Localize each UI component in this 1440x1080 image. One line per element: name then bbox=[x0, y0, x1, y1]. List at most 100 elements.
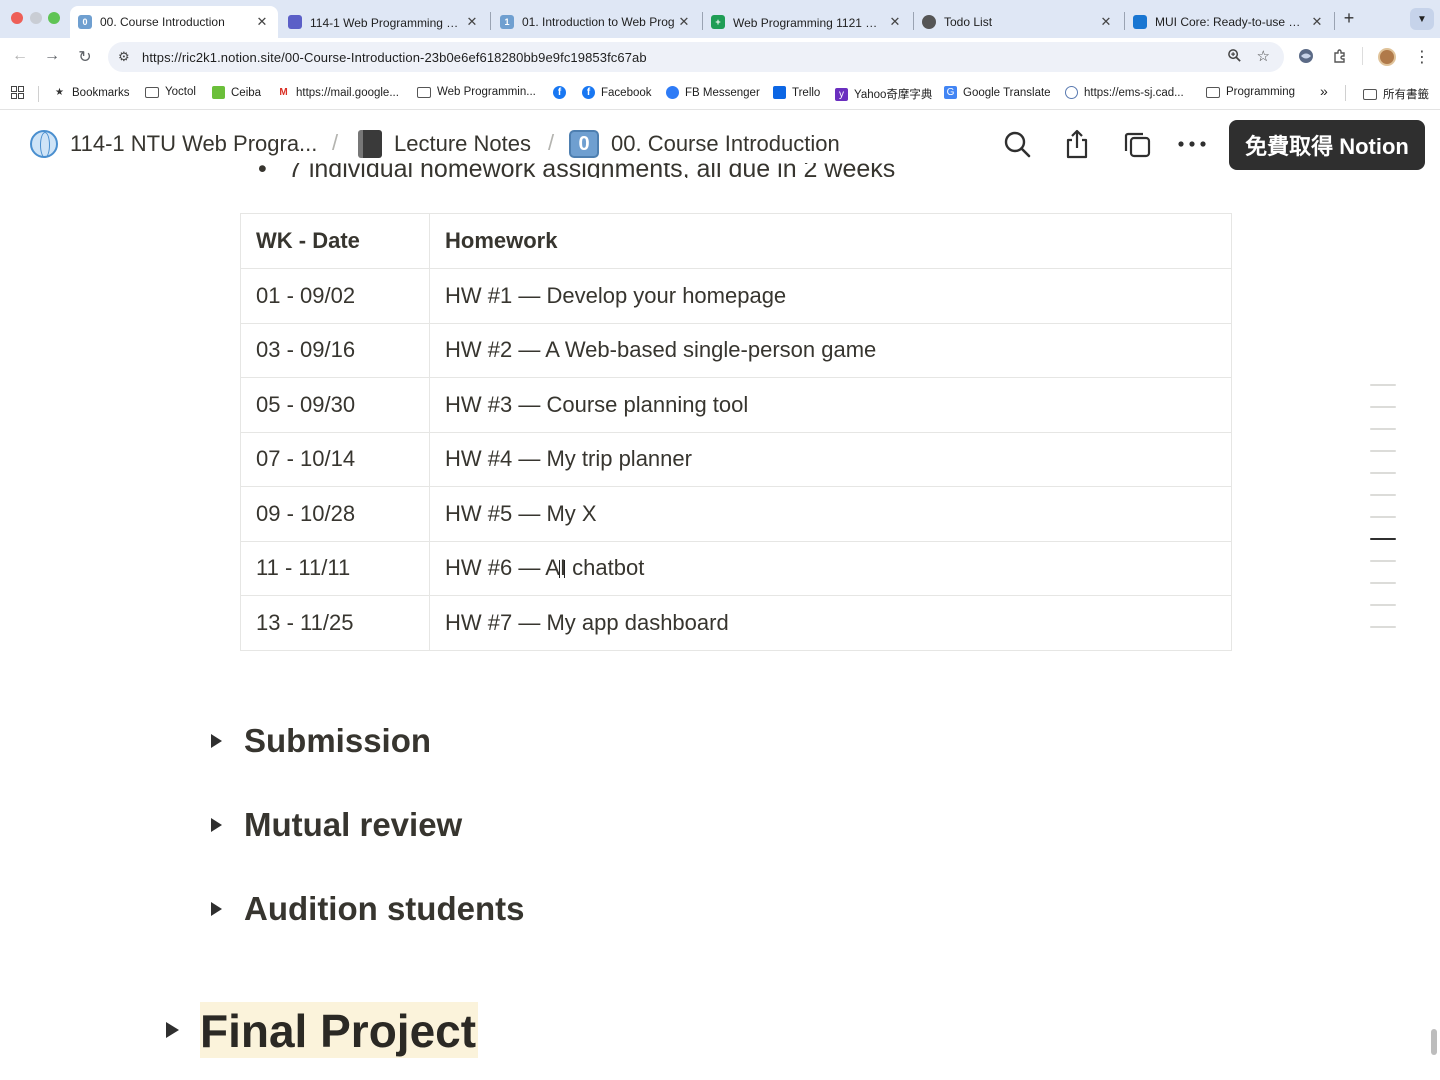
close-window-button[interactable] bbox=[11, 12, 23, 24]
table-cell-homework[interactable]: HW #4 — My trip planner bbox=[429, 431, 1232, 487]
tab-divider bbox=[1334, 12, 1335, 30]
toc-line[interactable] bbox=[1370, 604, 1396, 606]
toc-line[interactable] bbox=[1370, 428, 1396, 430]
toc-line[interactable] bbox=[1370, 516, 1396, 518]
close-tab-icon[interactable]: ✕ bbox=[464, 14, 480, 30]
reload-icon[interactable]: ↻ bbox=[75, 47, 95, 67]
table-cell-date[interactable]: 07 - 10/14 bbox=[240, 431, 430, 487]
duplicate-icon[interactable] bbox=[1121, 128, 1153, 160]
bookmark-item[interactable]: G Google Translate bbox=[944, 86, 1051, 99]
toc-line[interactable] bbox=[1370, 384, 1396, 386]
browser-menu-icon[interactable]: ⋮ bbox=[1414, 47, 1430, 67]
toggle-triangle-icon[interactable] bbox=[166, 1022, 179, 1038]
translate-icon: G bbox=[944, 86, 957, 99]
table-cell-date[interactable]: 05 - 09/30 bbox=[240, 377, 430, 433]
toc-line[interactable] bbox=[1370, 494, 1396, 496]
bookmark-folder[interactable]: Yoctol bbox=[145, 86, 196, 98]
browser-tab-active[interactable]: 0 00. Course Introduction ✕ bbox=[70, 6, 278, 38]
new-tab-plus-icon[interactable]: + bbox=[1340, 8, 1358, 29]
toggle-triangle-icon[interactable] bbox=[211, 902, 222, 916]
forward-arrow-icon[interactable]: → bbox=[42, 47, 62, 65]
toggle-final-project[interactable]: Final Project bbox=[166, 1002, 479, 1058]
url-text[interactable]: https://ric2k1.notion.site/00-Course-Int… bbox=[142, 50, 647, 65]
toc-line[interactable] bbox=[1370, 472, 1396, 474]
table-of-contents-minimap[interactable] bbox=[1370, 384, 1396, 648]
scrollbar-thumb[interactable] bbox=[1431, 1029, 1437, 1055]
toggle-mutual-review[interactable]: Mutual review bbox=[211, 804, 462, 846]
apps-grid-icon[interactable] bbox=[11, 86, 24, 99]
profile-avatar[interactable] bbox=[1378, 48, 1396, 66]
toggle-audition-students[interactable]: Audition students bbox=[211, 888, 524, 930]
extension-globe-icon[interactable] bbox=[1298, 48, 1314, 68]
table-cell-date[interactable]: 09 - 10/28 bbox=[240, 486, 430, 542]
table-cell-homework[interactable]: HW #1 — Develop your homepage bbox=[429, 268, 1232, 324]
bookmark-item[interactable]: FB Messenger bbox=[666, 86, 760, 99]
browser-toolbar: ← → ↻ ⚙ https://ric2k1.notion.site/00-Co… bbox=[0, 38, 1440, 76]
table-cell-homework[interactable]: HW #5 — My X bbox=[429, 486, 1232, 542]
facebook-icon: f bbox=[553, 86, 566, 99]
search-icon[interactable] bbox=[1001, 128, 1033, 160]
all-bookmarks-folder[interactable]: 所有書籤 bbox=[1363, 86, 1429, 102]
back-arrow-icon[interactable]: ← bbox=[10, 47, 30, 65]
fullscreen-window-button[interactable] bbox=[48, 12, 60, 24]
address-bar[interactable]: ⚙ https://ric2k1.notion.site/00-Course-I… bbox=[108, 42, 1284, 72]
toc-line[interactable] bbox=[1370, 626, 1396, 628]
extensions-puzzle-icon[interactable] bbox=[1332, 48, 1348, 68]
close-tab-icon[interactable]: ✕ bbox=[887, 14, 903, 30]
toc-line[interactable] bbox=[1370, 560, 1396, 562]
close-tab-icon[interactable]: ✕ bbox=[254, 14, 270, 30]
breadcrumb-lecture-notes[interactable]: Lecture Notes bbox=[358, 130, 531, 158]
site-info-icon[interactable]: ⚙ bbox=[118, 49, 130, 65]
breadcrumb-workspace[interactable]: 114-1 NTU Web Progra... bbox=[30, 130, 317, 158]
table-cell-homework[interactable]: HW #2 — A Web-based single-person game bbox=[429, 322, 1232, 378]
bookmark-star-icon[interactable]: ☆ bbox=[1257, 47, 1270, 65]
bookmark-label: https://mail.google... bbox=[296, 86, 399, 99]
bookmarks-overflow-chevron-icon[interactable]: » bbox=[1320, 83, 1328, 99]
bookmark-label: Yoctol bbox=[165, 86, 196, 98]
toggle-triangle-icon[interactable] bbox=[211, 818, 222, 832]
toc-line-active[interactable] bbox=[1370, 538, 1396, 540]
browser-tab[interactable]: 114-1 Web Programming 帳號 ✕ bbox=[280, 6, 488, 38]
tab-search-chevron-icon[interactable]: ▼ bbox=[1410, 8, 1434, 30]
column-header-homework[interactable]: Homework bbox=[429, 213, 1232, 269]
bookmark-item[interactable]: https://ems-sj.cad... bbox=[1065, 86, 1184, 99]
table-cell-homework[interactable]: HW #6 — AI chatbot bbox=[429, 540, 1232, 596]
toc-line[interactable] bbox=[1370, 450, 1396, 452]
browser-tab[interactable]: MUI Core: Ready-to-use Rea ✕ bbox=[1125, 6, 1333, 38]
share-icon[interactable] bbox=[1061, 128, 1093, 160]
close-tab-icon[interactable]: ✕ bbox=[1098, 14, 1114, 30]
table-cell-date[interactable]: 01 - 09/02 bbox=[240, 268, 430, 324]
bookmark-item[interactable]: f bbox=[553, 86, 572, 99]
bookmark-folder[interactable]: Web Programmin... bbox=[417, 86, 536, 98]
bookmark-folder[interactable]: Programming bbox=[1206, 86, 1295, 98]
toc-line[interactable] bbox=[1370, 406, 1396, 408]
toggle-triangle-icon[interactable] bbox=[211, 734, 222, 748]
bookmark-item[interactable]: Ceiba bbox=[212, 86, 261, 99]
toggle-submission[interactable]: Submission bbox=[211, 720, 431, 762]
bookmark-item[interactable]: y Yahoo奇摩字典 bbox=[835, 86, 932, 102]
bookmark-label: Programming bbox=[1226, 86, 1296, 98]
breadcrumb-current-page[interactable]: 0 00. Course Introduction bbox=[569, 130, 840, 158]
get-notion-button[interactable]: 免費取得 Notion bbox=[1229, 120, 1425, 170]
zoom-icon[interactable] bbox=[1227, 48, 1242, 66]
toc-line[interactable] bbox=[1370, 582, 1396, 584]
close-tab-icon[interactable]: ✕ bbox=[676, 14, 692, 30]
browser-tab[interactable]: Todo List ✕ bbox=[914, 6, 1122, 38]
table-cell-date[interactable]: 13 - 11/25 bbox=[240, 595, 430, 651]
bookmark-item[interactable]: Trello bbox=[773, 86, 820, 99]
close-tab-icon[interactable]: ✕ bbox=[1309, 14, 1325, 30]
table-cell-homework[interactable]: HW #7 — My app dashboard bbox=[429, 595, 1232, 651]
browser-tab[interactable]: 1 01. Introduction to Web Prog ✕ bbox=[492, 6, 700, 38]
minimize-window-button[interactable] bbox=[30, 12, 42, 24]
bookmark-item[interactable]: Mhttps://mail.google... bbox=[277, 86, 399, 99]
table-cell-date[interactable]: 11 - 11/11 bbox=[240, 540, 430, 596]
bookmark-item[interactable]: f Facebook bbox=[582, 86, 652, 99]
bookmark-item[interactable]: ★ Bookmarks bbox=[53, 86, 130, 99]
ceiba-icon bbox=[212, 86, 225, 99]
table-cell-date[interactable]: 03 - 09/16 bbox=[240, 322, 430, 378]
table-cell-homework[interactable]: HW #3 — Course planning tool bbox=[429, 377, 1232, 433]
more-options-icon[interactable] bbox=[1176, 128, 1208, 160]
mui-icon bbox=[1133, 15, 1147, 29]
browser-tab[interactable]: + Web Programming 1121 成績 ✕ bbox=[703, 6, 911, 38]
column-header-date[interactable]: WK - Date bbox=[240, 213, 430, 269]
